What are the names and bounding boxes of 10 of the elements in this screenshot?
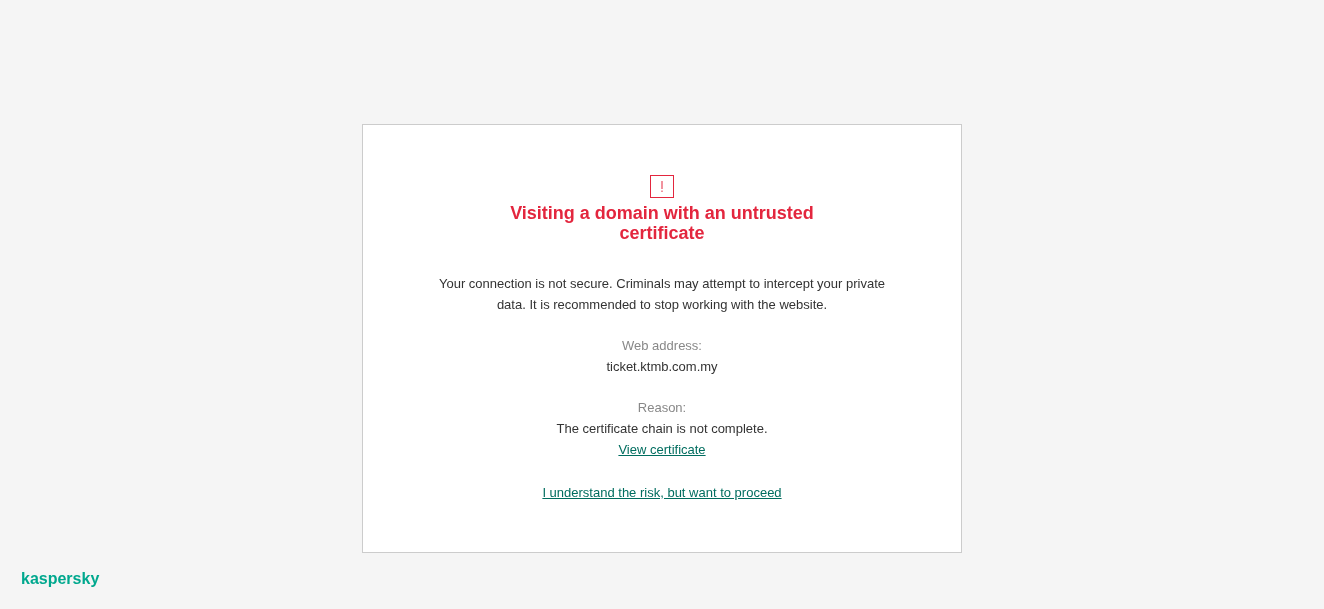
- detail-value: The certificate chain is not complete.: [556, 420, 768, 438]
- warning-icon: [650, 175, 674, 198]
- detail-label: Web address:: [622, 337, 702, 355]
- view-certificate-link[interactable]: View certificate: [618, 439, 706, 460]
- brand-logo: kaspersky: [21, 569, 100, 589]
- alert-message: Your connection is not secure. Criminals may attempt to intercept your private data. It is recommended to stop working with the website.: [437, 275, 887, 314]
- alert-title: Visiting a domain with an untrusted certificate: [509, 203, 815, 243]
- proceed-link[interactable]: I understand the risk, but want to proceed: [542, 482, 782, 503]
- detail-value: ticket.ktmb.com.my: [606, 358, 718, 376]
- detail-label: Reason:: [637, 399, 687, 417]
